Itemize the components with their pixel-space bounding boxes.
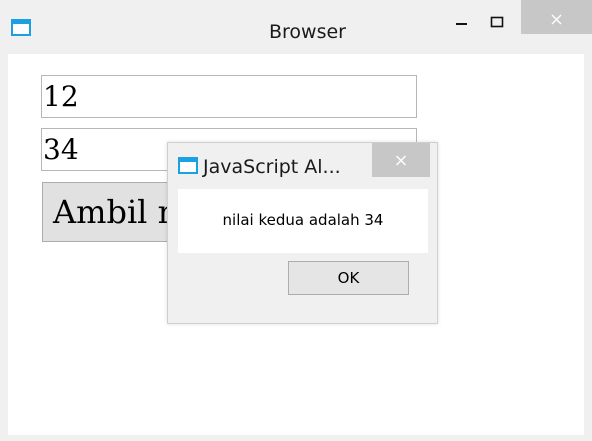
close-icon [396,155,406,166]
close-icon [551,14,562,25]
browser-window: Browser 12 34 Ambil nilai [0,0,592,441]
alert-title: JavaScript Al... [203,156,341,178]
minimize-button[interactable] [446,0,476,34]
title-bar[interactable]: Browser [0,0,592,54]
first-value-input[interactable]: 12 [41,75,417,118]
maximize-icon [490,16,504,28]
javascript-alert-dialog: JavaScript Al... nilai kedua adalah 34 O… [167,142,438,324]
minimize-icon [456,23,467,25]
ok-button[interactable]: OK [288,261,409,295]
alert-title-bar[interactable]: JavaScript Al... [168,143,437,187]
close-button[interactable] [521,0,592,34]
alert-message: nilai kedua adalah 34 [222,211,384,229]
alert-window-icon [178,157,198,174]
alert-message-area: nilai kedua adalah 34 [178,189,428,253]
maximize-button[interactable] [482,0,516,34]
alert-close-button[interactable] [372,143,430,177]
